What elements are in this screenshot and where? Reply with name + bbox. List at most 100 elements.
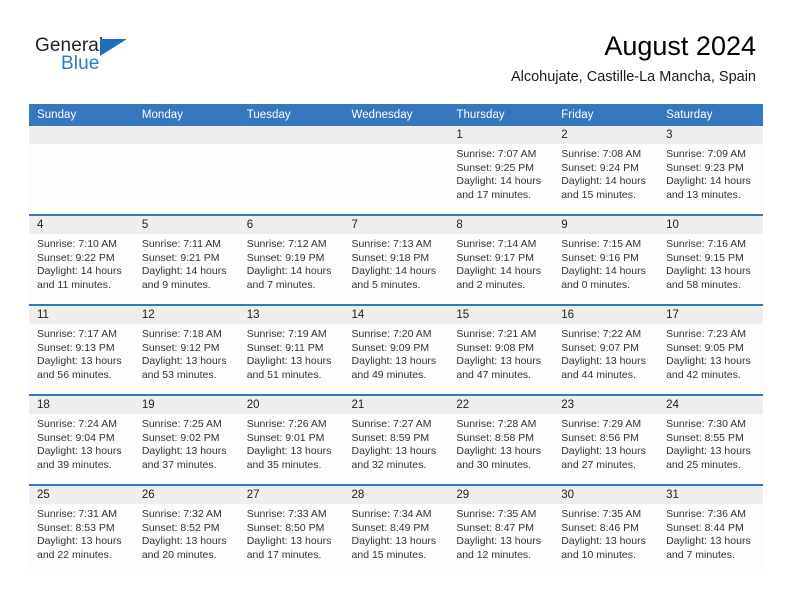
sunset-text: Sunset: 9:02 PM: [141, 431, 220, 444]
daylight-text-line1: Daylight: 14 hours: [37, 265, 122, 278]
day-number: 20: [238, 396, 344, 414]
daylight-text-line1: Daylight: 13 hours: [666, 535, 751, 548]
daylight-text-line2: and 13 minutes.: [666, 188, 741, 201]
daylight-text-line2: and 25 minutes.: [666, 458, 741, 471]
day-details: Sunrise: 7:35 AM Sunset: 8:47 PM Daylight:…: [448, 504, 553, 562]
calendar-cell-empty: [238, 126, 344, 214]
day-number: 9: [553, 216, 659, 234]
day-details: Sunrise: 7:16 AM Sunset: 9:15 PM Daylight:…: [658, 234, 763, 292]
calendar-day-cell[interactable]: 9 Sunrise: 7:15 AM Sunset: 9:16 PM Daylight…: [553, 216, 659, 304]
page-subtitle: Alcohujate, Castille-La Mancha, Spain: [510, 69, 756, 85]
daylight-text-line1: Daylight: 13 hours: [561, 445, 646, 458]
calendar-day-cell[interactable]: 3 Sunrise: 7:09 AM Sunset: 9:23 PM Daylight…: [658, 126, 763, 214]
calendar-day-cell[interactable]: 28 Sunrise: 7:34 AM Sunset: 8:49 PM Dayligh…: [343, 486, 449, 574]
day-details: Sunrise: 7:23 AM Sunset: 9:05 PM Daylight:…: [658, 324, 763, 382]
daylight-text-line2: and 35 minutes.: [246, 458, 322, 471]
sunset-text: Sunset: 8:44 PM: [666, 521, 744, 534]
sunrise-text: Sunrise: 7:13 AM: [351, 238, 432, 250]
calendar-day-cell[interactable]: 27 Sunrise: 7:33 AM Sunset: 8:50 PM Dayligh…: [238, 486, 344, 574]
daylight-text-line2: and 47 minutes.: [456, 368, 532, 381]
calendar-day-cell[interactable]: 2 Sunrise: 7:08 AM Sunset: 9:24 PM Daylight…: [553, 126, 659, 214]
daylight-text-line1: Daylight: 13 hours: [561, 535, 646, 548]
weekday-header-tuesday: Tuesday: [238, 104, 344, 126]
calendar-day-cell[interactable]: 22 Sunrise: 7:28 AM Sunset: 8:58 PM Dayligh…: [448, 396, 554, 484]
calendar-day-cell[interactable]: 18 Sunrise: 7:24 AM Sunset: 9:04 PM Dayligh…: [29, 396, 134, 484]
daylight-text-line1: Daylight: 13 hours: [246, 535, 332, 548]
sunrise-text: Sunrise: 7:30 AM: [666, 418, 747, 430]
calendar-day-cell[interactable]: 4 Sunrise: 7:10 AM Sunset: 9:22 PM Daylight…: [29, 216, 134, 304]
calendar-day-cell[interactable]: 6 Sunrise: 7:12 AM Sunset: 9:19 PM Daylight…: [238, 216, 344, 304]
daylight-text-line1: Daylight: 13 hours: [666, 265, 751, 278]
day-details: Sunrise: 7:26 AM Sunset: 9:01 PM Daylight:…: [239, 414, 344, 472]
daylight-text-line2: and 32 minutes.: [351, 458, 427, 471]
day-number: 13: [238, 306, 344, 324]
day-details: Sunrise: 7:34 AM Sunset: 8:49 PM Daylight:…: [344, 504, 449, 562]
calendar-day-cell[interactable]: 13 Sunrise: 7:19 AM Sunset: 9:11 PM Dayligh…: [238, 306, 344, 394]
sunset-text: Sunset: 8:59 PM: [351, 431, 430, 444]
daylight-text-line2: and 17 minutes.: [456, 188, 532, 201]
sunrise-text: Sunrise: 7:25 AM: [141, 418, 222, 430]
sunset-text: Sunset: 9:19 PM: [246, 251, 325, 264]
daylight-text-line1: Daylight: 14 hours: [561, 175, 646, 188]
sunrise-text: Sunrise: 7:23 AM: [666, 328, 747, 340]
daylight-text-line2: and 11 minutes.: [37, 278, 111, 291]
daylight-text-line1: Daylight: 13 hours: [351, 445, 437, 458]
sunset-text: Sunset: 8:52 PM: [141, 521, 220, 534]
calendar-cell-empty: [343, 126, 449, 214]
calendar-day-cell[interactable]: 14 Sunrise: 7:20 AM Sunset: 9:09 PM Dayligh…: [343, 306, 449, 394]
title-block: August 2024 Alcohujate, Castille-La Manc…: [511, 30, 756, 86]
daylight-text-line1: Daylight: 13 hours: [456, 355, 542, 368]
sunset-text: Sunset: 9:01 PM: [246, 431, 325, 444]
calendar-day-cell[interactable]: 10 Sunrise: 7:16 AM Sunset: 9:15 PM Dayligh…: [658, 216, 763, 304]
calendar-day-cell[interactable]: 16 Sunrise: 7:22 AM Sunset: 9:07 PM Dayligh…: [553, 306, 659, 394]
weekday-header-saturday: Saturday: [658, 104, 763, 126]
day-details: Sunrise: 7:32 AM Sunset: 8:52 PM Daylight:…: [134, 504, 239, 562]
brand-logo[interactable]: General Blue: [35, 36, 145, 80]
calendar-day-cell[interactable]: 17 Sunrise: 7:23 AM Sunset: 9:05 PM Dayligh…: [658, 306, 763, 394]
daylight-text-line2: and 37 minutes.: [141, 458, 217, 471]
daylight-text-line2: and 20 minutes.: [141, 548, 217, 561]
calendar-day-cell[interactable]: 26 Sunrise: 7:32 AM Sunset: 8:52 PM Dayligh…: [133, 486, 239, 574]
calendar-day-cell[interactable]: 12 Sunrise: 7:18 AM Sunset: 9:12 PM Dayligh…: [133, 306, 239, 394]
sunrise-text: Sunrise: 7:20 AM: [351, 328, 432, 340]
daylight-text-line1: Daylight: 14 hours: [456, 175, 542, 188]
calendar-week-row: 1 Sunrise: 7:07 AM Sunset: 9:25 PM Daylight…: [29, 126, 763, 215]
calendar-day-cell[interactable]: 1 Sunrise: 7:07 AM Sunset: 9:25 PM Daylight…: [448, 126, 554, 214]
day-number: 2: [553, 126, 659, 144]
sunrise-text: Sunrise: 7:11 AM: [141, 238, 222, 250]
sunrise-text: Sunrise: 7:07 AM: [456, 148, 537, 160]
calendar-day-cell[interactable]: 5 Sunrise: 7:11 AM Sunset: 9:21 PM Daylight…: [133, 216, 239, 304]
sunrise-text: Sunrise: 7:19 AM: [246, 328, 327, 340]
calendar-day-cell[interactable]: 8 Sunrise: 7:14 AM Sunset: 9:17 PM Daylight…: [448, 216, 554, 304]
sunset-text: Sunset: 9:13 PM: [37, 341, 115, 354]
day-number: 8: [448, 216, 554, 234]
sunrise-text: Sunrise: 7:17 AM: [37, 328, 117, 340]
calendar-table: Sunday Monday Tuesday Wednesday Thursday…: [29, 104, 763, 574]
day-number: 19: [133, 396, 239, 414]
calendar-day-cell[interactable]: 20 Sunrise: 7:26 AM Sunset: 9:01 PM Dayligh…: [238, 396, 344, 484]
sunset-text: Sunset: 9:11 PM: [246, 341, 324, 354]
calendar-day-cell[interactable]: 7 Sunrise: 7:13 AM Sunset: 9:18 PM Daylight…: [343, 216, 449, 304]
daylight-text-line2: and 15 minutes.: [561, 188, 636, 201]
calendar-week-row: 11 Sunrise: 7:17 AM Sunset: 9:13 PM Dayligh…: [29, 304, 763, 395]
calendar-day-cell[interactable]: 19 Sunrise: 7:25 AM Sunset: 9:02 PM Dayligh…: [133, 396, 239, 484]
calendar-day-cell[interactable]: 24 Sunrise: 7:30 AM Sunset: 8:55 PM Dayligh…: [658, 396, 763, 484]
day-number: 18: [29, 396, 134, 414]
calendar-day-cell[interactable]: 30 Sunrise: 7:35 AM Sunset: 8:46 PM Dayligh…: [553, 486, 659, 574]
calendar-day-cell[interactable]: 25 Sunrise: 7:31 AM Sunset: 8:53 PM Dayligh…: [29, 486, 134, 574]
sunset-text: Sunset: 9:09 PM: [351, 341, 430, 354]
weekday-header-wednesday: Wednesday: [343, 104, 449, 126]
daylight-text-line2: and 10 minutes.: [561, 548, 636, 561]
calendar-day-cell[interactable]: 21 Sunrise: 7:27 AM Sunset: 8:59 PM Dayligh…: [343, 396, 449, 484]
daylight-text-line2: and 58 minutes.: [666, 278, 741, 291]
daylight-text-line2: and 44 minutes.: [561, 368, 636, 381]
daylight-text-line1: Daylight: 14 hours: [456, 265, 542, 278]
sunset-text: Sunset: 9:15 PM: [666, 251, 744, 264]
calendar-day-cell[interactable]: 15 Sunrise: 7:21 AM Sunset: 9:08 PM Dayligh…: [448, 306, 554, 394]
day-number: 6: [238, 216, 344, 234]
calendar-day-cell[interactable]: 31 Sunrise: 7:36 AM Sunset: 8:44 PM Dayligh…: [658, 486, 763, 574]
calendar-day-cell[interactable]: 29 Sunrise: 7:35 AM Sunset: 8:47 PM Dayligh…: [448, 486, 554, 574]
calendar-day-cell[interactable]: 23 Sunrise: 7:29 AM Sunset: 8:56 PM Dayligh…: [553, 396, 659, 484]
calendar-day-cell[interactable]: 11 Sunrise: 7:17 AM Sunset: 9:13 PM Dayligh…: [29, 306, 134, 394]
day-number: [133, 126, 239, 144]
